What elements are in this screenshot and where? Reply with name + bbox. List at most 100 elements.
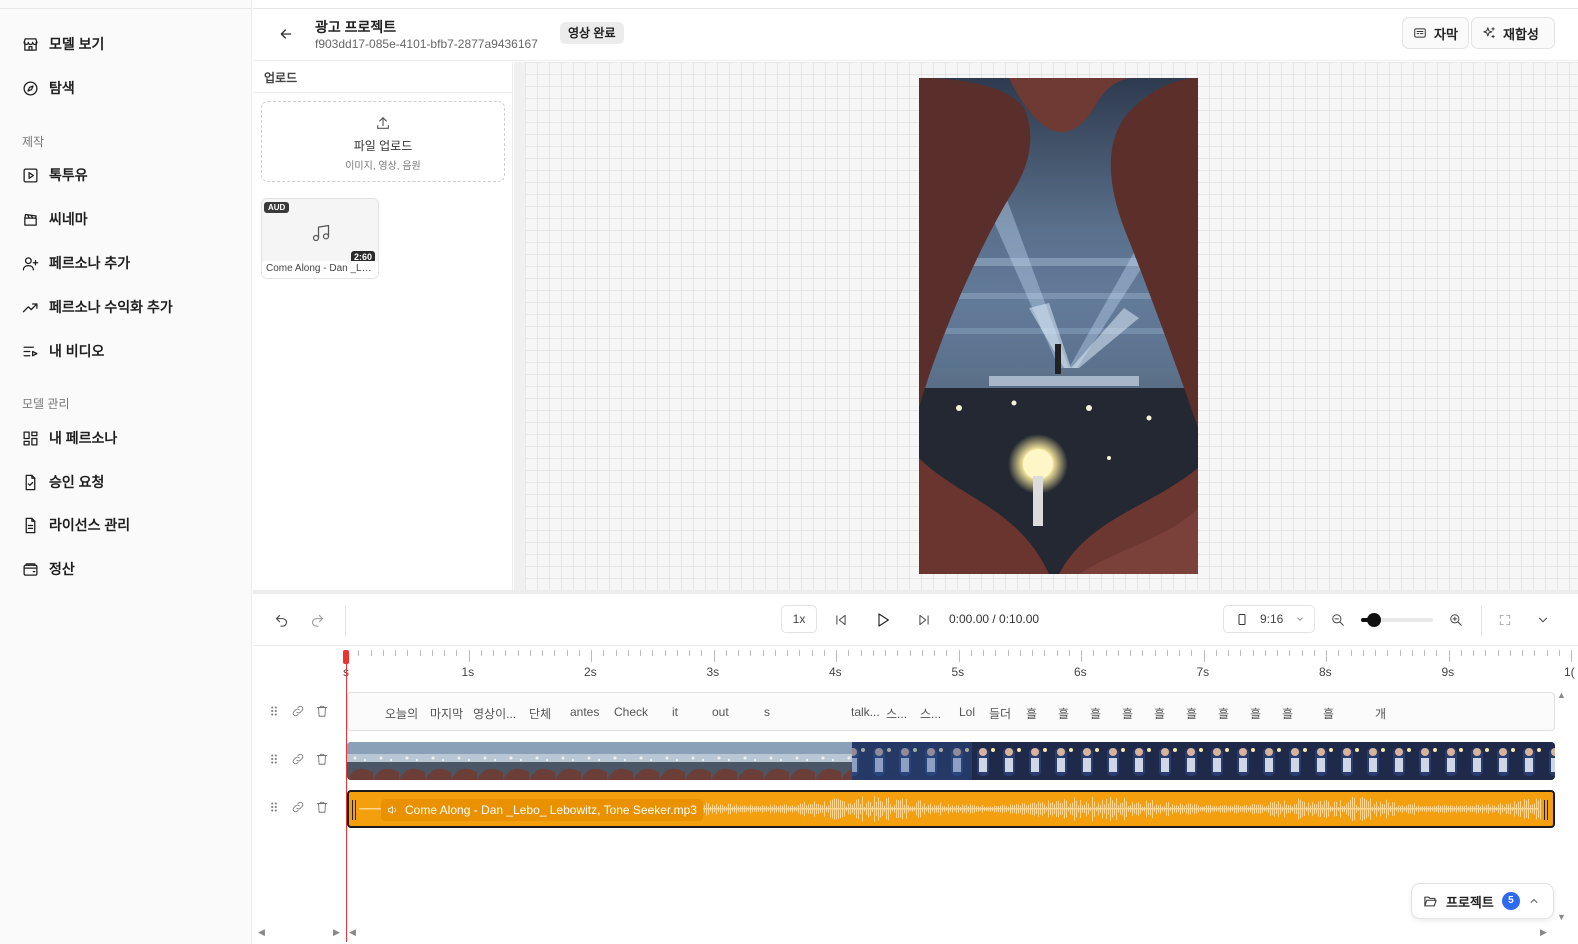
subtitle-word[interactable]: 흘 <box>1154 705 1165 722</box>
scroll-left-arrow[interactable]: ◀ <box>258 927 265 938</box>
trash-icon[interactable] <box>315 752 329 766</box>
projects-button[interactable]: 프로젝트 5 <box>1411 883 1554 919</box>
sidebar-item-license-manage[interactable]: 라이선스 관리 <box>22 511 130 539</box>
subtitle-word[interactable]: 흘 <box>1058 705 1069 722</box>
ruler-label: 4s <box>829 665 842 679</box>
link-icon[interactable] <box>291 704 305 718</box>
subtitle-word[interactable]: 스... <box>886 705 907 722</box>
preview-canvas <box>514 62 1578 590</box>
timeline-scroll-right-arrow[interactable]: ▶ <box>1540 927 1547 938</box>
ruler-minor-tick <box>1130 650 1131 656</box>
subtitle-word[interactable]: Check <box>614 705 648 719</box>
subtitle-word[interactable]: it <box>672 705 678 719</box>
audio-track[interactable]: Come Along - Dan _Lebo_ Lebowitz, Tone S… <box>347 790 1555 828</box>
sidebar-item-my-videos[interactable]: 내 비디오 <box>22 337 104 365</box>
zoom-in-icon <box>1450 614 1462 626</box>
recompose-button[interactable]: 재합성 <box>1471 17 1555 49</box>
subtitle-word[interactable]: 들더 <box>989 705 1011 722</box>
ruler-minor-tick <box>1019 650 1021 656</box>
subtitle-word[interactable]: 오늘의 <box>385 705 418 722</box>
scroll-down-arrow[interactable]: ▼ <box>1557 912 1566 922</box>
subtitle-word[interactable]: 스... <box>920 705 941 722</box>
skip-forward-button[interactable] <box>914 610 934 630</box>
subtitle-word[interactable]: 흘 <box>1122 705 1133 722</box>
undo-button[interactable] <box>271 610 291 630</box>
sidebar-item-persona-monetize[interactable]: 페르소나 수익화 추가 <box>22 293 173 321</box>
sidebar-item-label: 모델 보기 <box>49 36 105 52</box>
subtitle-word[interactable]: 마지막 <box>430 705 463 722</box>
ruler-minor-tick <box>909 650 911 656</box>
fullscreen-button[interactable] <box>1495 610 1515 630</box>
sidebar-item-approval-requests[interactable]: 승인 요청 <box>22 468 104 496</box>
subtitle-word[interactable]: s <box>764 705 770 719</box>
subtitle-word[interactable]: Lol <box>959 705 975 719</box>
audio-trim-handle-right[interactable] <box>1544 800 1548 820</box>
subtitle-word[interactable]: talk... <box>851 705 880 719</box>
sidebar-item-settlement[interactable]: 정산 <box>22 555 75 583</box>
sidebar-item-label: 씨네마 <box>49 211 88 227</box>
zoom-out-button[interactable] <box>1328 610 1348 630</box>
sidebar-item-add-persona[interactable]: 페르소나 추가 <box>22 249 130 277</box>
subtitle-word[interactable]: antes <box>570 705 599 719</box>
link-icon[interactable] <box>291 752 305 766</box>
ruler-minor-tick <box>725 650 727 656</box>
link-icon[interactable] <box>291 800 305 814</box>
subtitle-button-label: 자막 <box>1434 26 1458 42</box>
timeline-scroll-left-arrow[interactable]: ◀ <box>349 927 356 938</box>
subtitle-word[interactable]: out <box>712 705 729 719</box>
subtitle-word[interactable]: 영상이... <box>473 705 516 722</box>
trash-icon[interactable] <box>315 800 329 814</box>
subtitle-track[interactable]: 오늘의 마지막 영상이... 단체 antes Check it out s talk... 스..… <box>347 692 1555 731</box>
sidebar-item-explore[interactable]: 탐색 <box>22 74 75 102</box>
ruler-minor-tick <box>1264 650 1266 656</box>
aspect-ratio-select[interactable]: 9:16 <box>1223 605 1315 633</box>
subtitle-word[interactable]: 흘 <box>1026 705 1037 722</box>
sidebar-item-talk-to-you[interactable]: 톡투유 <box>22 161 88 189</box>
subtitle-word[interactable]: 흘 <box>1282 705 1293 722</box>
video-preview[interactable] <box>919 78 1198 574</box>
sidebar-item-cinema[interactable]: 씨네마 <box>22 205 88 233</box>
ruler-minor-tick <box>640 650 641 656</box>
skip-back-button[interactable] <box>831 610 851 630</box>
subtitle-word[interactable]: 흘 <box>1186 705 1197 722</box>
ruler-minor-tick <box>370 650 372 656</box>
sidebar-item-my-personas[interactable]: 내 페르소나 <box>22 424 117 452</box>
audio-trim-handle-left[interactable] <box>352 800 356 820</box>
scroll-right-arrow[interactable]: ▶ <box>333 927 340 938</box>
ruler-minor-tick <box>1534 650 1536 656</box>
redo-button[interactable] <box>307 610 327 630</box>
sidebar-item-model-view[interactable]: 모델 보기 <box>22 30 104 58</box>
subtitle-word[interactable]: 흘 <box>1218 705 1229 722</box>
audio-clip-label: Come Along - Dan _Lebo_ Lebowitz, Tone S… <box>381 799 703 821</box>
subtitle-word[interactable]: 흘 <box>1090 705 1101 722</box>
subtitle-word[interactable]: 개 <box>1375 705 1386 722</box>
media-item-audio[interactable]: AUD 2:60 Come Along - Dan _Le... <box>261 198 379 279</box>
sidebar-item-label: 톡투유 <box>49 167 88 183</box>
trash-icon[interactable] <box>315 704 329 718</box>
subtitle-word[interactable]: 흘 <box>1250 705 1261 722</box>
skip-back-icon <box>836 614 846 626</box>
back-button[interactable] <box>275 23 297 45</box>
sidebar-divider <box>0 8 252 9</box>
subtitle-word[interactable]: 단체 <box>529 705 551 722</box>
file-upload-dropzone[interactable]: 파일 업로드 이미지, 영상, 음원 <box>261 101 505 182</box>
play-button[interactable] <box>872 609 894 631</box>
ruler-minor-tick <box>382 650 384 656</box>
zoom-slider[interactable] <box>1361 613 1433 627</box>
video-track[interactable] <box>347 742 1555 780</box>
scroll-up-arrow[interactable]: ▲ <box>1557 690 1566 700</box>
maximize-icon <box>1499 614 1511 626</box>
subtitle-word[interactable]: 흘 <box>1323 705 1334 722</box>
drag-handle-icon[interactable] <box>267 752 281 766</box>
zoom-in-button[interactable] <box>1446 610 1466 630</box>
drag-handle-icon[interactable] <box>267 800 281 814</box>
collapse-timeline-button[interactable] <box>1533 610 1553 630</box>
time-ruler[interactable]: s1s2s3s4s5s6s7s8s9s1( <box>343 650 1578 690</box>
ruler-minor-tick <box>1399 650 1401 656</box>
ruler-minor-tick <box>970 650 972 656</box>
ruler-minor-tick <box>1522 650 1523 656</box>
subtitle-button[interactable]: 자막 <box>1402 17 1469 49</box>
playback-speed-button[interactable]: 1x <box>781 605 817 633</box>
drag-handle-icon[interactable] <box>267 704 281 718</box>
zoom-slider-handle[interactable] <box>1367 613 1381 627</box>
